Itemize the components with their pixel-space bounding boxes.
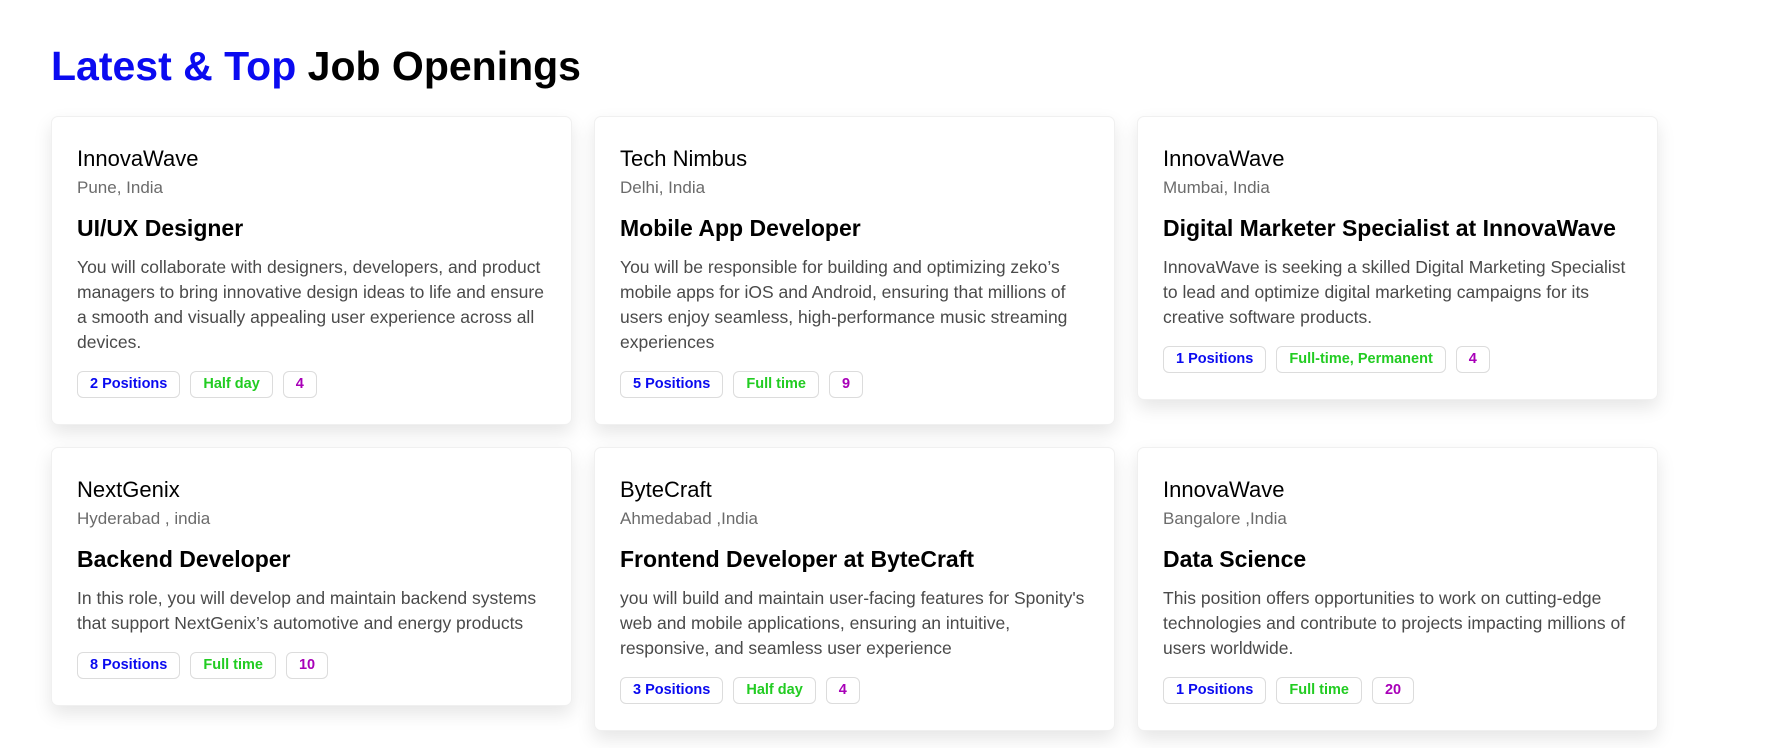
job-card[interactable]: ByteCraft Ahmedabad ,India Frontend Deve… — [594, 447, 1115, 731]
positions-badge: 1 Positions — [1163, 346, 1267, 373]
job-type-badge: Half day — [733, 677, 816, 704]
job-title[interactable]: Mobile App Developer — [620, 213, 1089, 243]
job-title[interactable]: Data Science — [1163, 544, 1632, 574]
count-badge: 10 — [285, 652, 329, 679]
job-location: Pune, India — [77, 178, 164, 197]
company-name: NextGenix — [77, 477, 180, 502]
job-type-badge: Half day — [190, 371, 273, 398]
positions-badge: 5 Positions — [620, 371, 724, 398]
page-title: Latest & Top Job Openings — [51, 38, 1766, 94]
job-badges: 2 Positions Half day 4 — [77, 371, 546, 398]
job-card[interactable]: InnovaWave Pune, India UI/UX Designer Yo… — [51, 116, 572, 425]
job-card[interactable]: InnovaWave Bangalore ,India Data Science… — [1137, 447, 1658, 731]
job-description: InnovaWave is seeking a skilled Digital … — [1163, 257, 1626, 327]
job-title[interactable]: Backend Developer — [77, 544, 546, 574]
job-title[interactable]: Frontend Developer at ByteCraft — [620, 544, 1089, 574]
job-description: This position offers opportunities to wo… — [1163, 588, 1626, 658]
count-badge: 9 — [828, 371, 864, 398]
job-description: In this role, you will develop and maint… — [77, 588, 537, 633]
job-badges: 8 Positions Full time 10 — [77, 652, 546, 679]
job-card[interactable]: InnovaWave Mumbai, India Digital Markete… — [1137, 116, 1658, 400]
job-description: you will build and maintain user-facing … — [620, 588, 1085, 658]
job-location: Delhi, India — [620, 178, 706, 197]
job-location: Bangalore ,India — [1163, 509, 1287, 528]
positions-badge: 3 Positions — [620, 677, 724, 704]
job-type-badge: Full time — [190, 652, 276, 679]
job-badges: 1 Positions Full time 20 — [1163, 677, 1632, 704]
job-card[interactable]: Tech Nimbus Delhi, India Mobile App Deve… — [594, 116, 1115, 425]
count-badge: 4 — [1455, 346, 1490, 373]
job-location: Mumbai, India — [1163, 178, 1270, 197]
page-title-rest: Job Openings — [296, 43, 581, 89]
count-badge: 20 — [1371, 677, 1415, 704]
job-type-badge: Full time — [1276, 677, 1362, 704]
job-badges: 3 Positions Half day 4 — [620, 677, 1089, 704]
job-badges: 5 Positions Full time 9 — [620, 371, 1089, 398]
job-location: Ahmedabad ,India — [620, 509, 758, 528]
job-title[interactable]: UI/UX Designer — [77, 213, 546, 243]
page-title-accent: Latest & Top — [51, 43, 297, 89]
job-description: You will be responsible for building and… — [620, 257, 1068, 352]
job-card[interactable]: NextGenix Hyderabad , india Backend Deve… — [51, 447, 572, 706]
company-name: ByteCraft — [620, 477, 712, 502]
company-name: InnovaWave — [1163, 146, 1285, 171]
job-description: You will collaborate with designers, dev… — [77, 257, 544, 352]
positions-badge: 2 Positions — [77, 371, 181, 398]
company-name: InnovaWave — [77, 146, 199, 171]
count-badge: 4 — [825, 677, 860, 704]
positions-badge: 8 Positions — [77, 652, 181, 679]
count-badge: 4 — [282, 371, 317, 398]
job-location: Hyderabad , india — [77, 509, 211, 528]
positions-badge: 1 Positions — [1163, 677, 1267, 704]
job-type-badge: Full time — [733, 371, 819, 398]
job-title[interactable]: Digital Marketer Specialist at InnovaWav… — [1163, 213, 1632, 243]
job-card-grid: InnovaWave Pune, India UI/UX Designer Yo… — [51, 116, 1766, 731]
company-name: Tech Nimbus — [620, 146, 748, 171]
company-name: InnovaWave — [1163, 477, 1285, 502]
job-openings-section: Latest & Top Job Openings InnovaWave Pun… — [0, 0, 1766, 731]
job-badges: 1 Positions Full-time, Permanent 4 — [1163, 346, 1632, 373]
job-type-badge: Full-time, Permanent — [1276, 346, 1446, 373]
